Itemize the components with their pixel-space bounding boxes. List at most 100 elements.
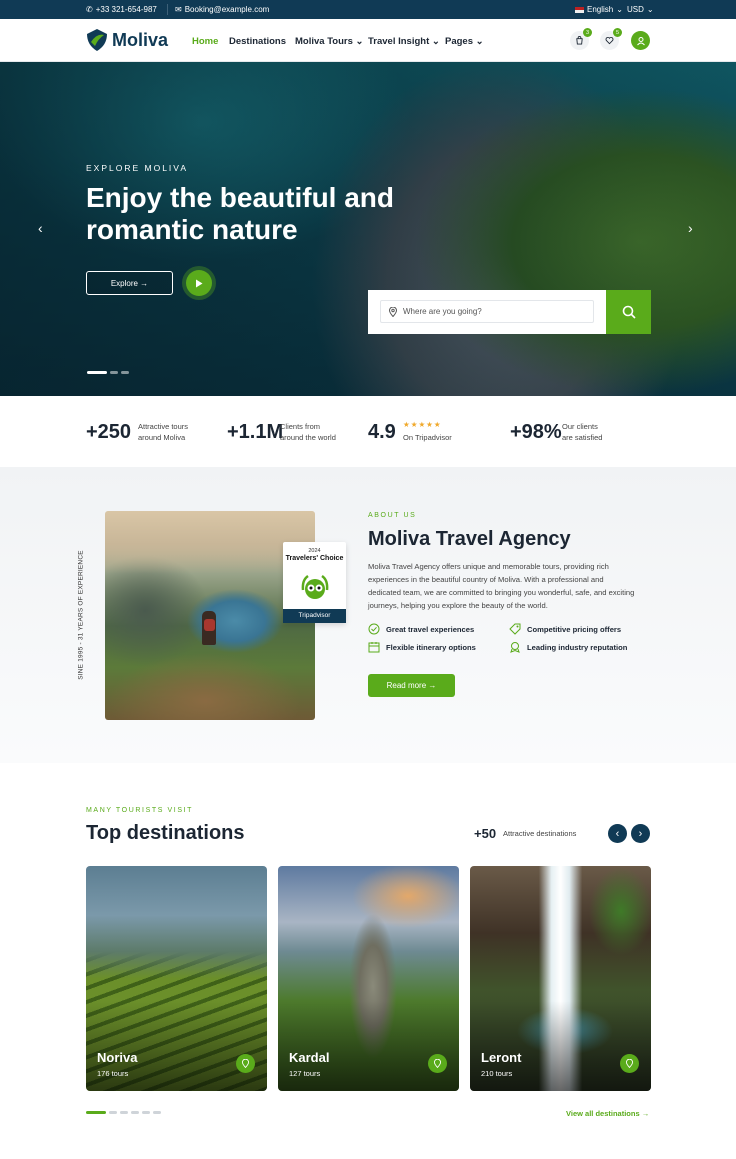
cart-count-badge: 3	[583, 28, 592, 37]
slide-dot[interactable]	[121, 371, 129, 374]
carousel-prev-button[interactable]: ‹	[608, 824, 627, 843]
stat-label-line: around the world	[280, 433, 336, 442]
feature-item: Flexible itinerary options	[368, 641, 476, 653]
stat-clients-number: +1.1M	[227, 421, 284, 443]
chevron-left-icon: ‹	[615, 827, 620, 840]
currency-label: USD	[627, 5, 644, 14]
calendar-icon	[368, 642, 380, 653]
destination-card[interactable]: Noriva 176 tours	[86, 866, 267, 1091]
experience-vertical-text: SINE 1995 - 31 YEARS OF EXPERIENCE	[77, 550, 85, 680]
stat-clients-label: Clients from around the world	[280, 421, 336, 443]
bag-icon	[576, 36, 583, 45]
email-address: Booking@example.com	[184, 5, 270, 14]
destinations-title: Top destinations	[86, 822, 245, 844]
mail-icon: ✉	[175, 5, 182, 14]
stat-tours-label: Attractive tours around Moliva	[138, 421, 188, 443]
nav-pages-label: Pages	[445, 36, 473, 47]
cart-button[interactable]: 3	[570, 28, 592, 50]
feature-label: Great travel experiences	[386, 624, 475, 634]
nav-home[interactable]: Home	[192, 36, 218, 47]
stat-rating-number: 4.9	[368, 421, 396, 443]
play-video-button[interactable]	[186, 270, 212, 296]
carousel-next-button[interactable]: ›	[631, 824, 650, 843]
stat-rating-label: On Tripadvisor	[403, 433, 452, 442]
about-eyebrow: ABOUT US	[368, 512, 417, 519]
location-pin-icon[interactable]	[428, 1054, 447, 1073]
search-button[interactable]	[606, 290, 651, 334]
feature-item: Great travel experiences	[368, 623, 474, 635]
carousel-dot[interactable]	[109, 1111, 117, 1114]
chevron-down-icon: ⌄	[646, 5, 654, 14]
feature-item: Competitive pricing offers	[509, 623, 621, 635]
divider	[167, 4, 168, 15]
feature-label: Competitive pricing offers	[527, 624, 622, 634]
chevron-down-icon: ⌄	[616, 5, 623, 14]
top-bar: ✆ +33 321-654-987 ✉ Booking@example.com …	[0, 0, 736, 19]
user-icon	[636, 36, 645, 45]
location-pin-icon	[389, 306, 397, 317]
feature-label: Leading industry reputation	[527, 642, 628, 652]
language-selector[interactable]: English ⌄	[575, 5, 623, 14]
destination-name: Leront	[481, 1050, 522, 1065]
destination-name: Kardal	[289, 1050, 330, 1065]
nav-pages[interactable]: Pages ⌄	[445, 36, 484, 47]
flag-icon	[575, 6, 584, 13]
prev-slide-arrow-icon[interactable]: ‹	[38, 220, 43, 236]
account-button[interactable]	[631, 31, 650, 50]
destination-tours: 210 tours	[481, 1069, 513, 1078]
chevron-down-icon: ⌄	[431, 36, 440, 47]
carousel-dot[interactable]	[131, 1111, 139, 1114]
play-icon	[196, 279, 203, 287]
email-contact[interactable]: ✉ Booking@example.com	[175, 5, 269, 14]
search-input[interactable]: Where are you going?	[380, 300, 594, 323]
chevron-down-icon: ⌄	[475, 36, 484, 47]
stat-label-line: Our clients	[562, 422, 598, 431]
slide-dot-active[interactable]	[87, 371, 107, 374]
nav-travel-insight[interactable]: Travel Insight ⌄	[368, 36, 440, 47]
next-slide-arrow-icon[interactable]: ›	[688, 220, 693, 236]
award-year: 2024	[308, 548, 321, 554]
chevron-right-icon: ›	[638, 827, 643, 840]
about-description: Moliva Travel Agency offers unique and m…	[368, 562, 635, 610]
wishlist-count-badge: 5	[613, 28, 622, 37]
brand-name[interactable]: Moliva	[112, 30, 168, 51]
nav-destinations[interactable]: Destinations	[229, 36, 286, 47]
medal-icon	[510, 642, 520, 653]
hero-eyebrow: EXPLORE MOLIVA	[86, 163, 189, 173]
stat-label-line: around Moliva	[138, 433, 186, 442]
carousel-dot[interactable]	[153, 1111, 161, 1114]
carousel-dot-active[interactable]	[86, 1111, 106, 1114]
nav-travel-insight-label: Travel Insight	[368, 36, 430, 47]
search-icon	[622, 305, 636, 319]
feature-label: Flexible itinerary options	[386, 642, 476, 652]
phone-icon: ✆	[86, 5, 93, 14]
phone-contact[interactable]: ✆ +33 321-654-987	[86, 5, 157, 14]
destinations-count-label: Attractive destinations	[503, 829, 577, 838]
view-all-destinations-link[interactable]: View all destinations →	[566, 1109, 649, 1118]
destination-card[interactable]: Leront 210 tours	[470, 866, 651, 1091]
award-title: Travelers' Choice	[285, 555, 344, 562]
nav-moliva-tours[interactable]: Moliva Tours ⌄	[295, 36, 364, 47]
destinations-eyebrow: MANY TOURISTS VISIT	[86, 807, 194, 814]
search-placeholder: Where are you going?	[403, 307, 482, 316]
read-more-button[interactable]: Read more →	[368, 674, 455, 697]
chevron-down-icon: ⌄	[355, 36, 364, 47]
stat-label-line: Clients from	[280, 422, 321, 431]
location-pin-icon[interactable]	[236, 1054, 255, 1073]
travelers-choice-award: 2024 Travelers' Choice Tripadvisor	[283, 542, 346, 623]
destinations-count: +50	[474, 826, 497, 841]
logo-icon[interactable]	[86, 28, 108, 52]
rating-stars: ★★★★★	[403, 420, 442, 429]
slide-dot[interactable]	[110, 371, 118, 374]
carousel-dot[interactable]	[142, 1111, 150, 1114]
currency-selector[interactable]: USD ⌄	[627, 5, 654, 14]
hero-title: Enjoy the beautiful and romantic nature	[86, 182, 395, 245]
explore-button[interactable]: Explore →	[86, 271, 173, 295]
stat-label-line: are satisfied	[562, 433, 603, 442]
carousel-dot[interactable]	[120, 1111, 128, 1114]
wishlist-button[interactable]: 5	[600, 28, 622, 50]
destination-card[interactable]: Kardal 127 tours	[278, 866, 459, 1091]
phone-number: +33 321-654-987	[95, 5, 157, 14]
backpack	[204, 619, 215, 631]
location-pin-icon[interactable]	[620, 1054, 639, 1073]
